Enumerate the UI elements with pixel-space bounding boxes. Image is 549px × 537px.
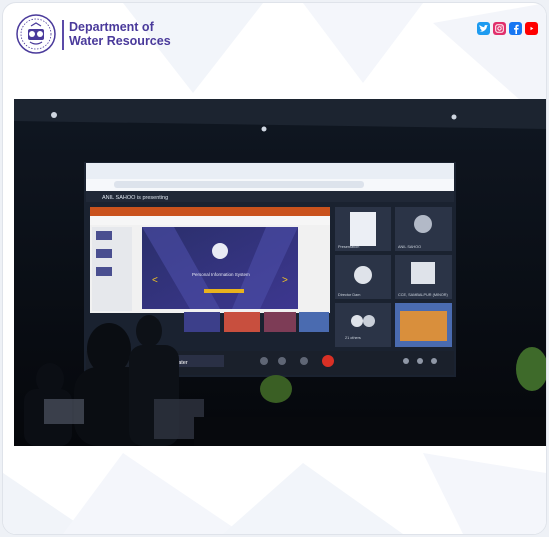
social-links — [477, 22, 538, 35]
svg-text:>: > — [282, 275, 288, 286]
post-card: Department of Water Resources ANIL SAHOO… — [2, 2, 547, 535]
svg-text:<: < — [152, 275, 158, 286]
header-divider — [62, 20, 64, 50]
header: Department of Water Resources — [3, 3, 546, 73]
department-name-line1: Department of — [69, 20, 154, 34]
slide-title: Personal Information System — [192, 272, 250, 277]
tile-others: 21 others — [345, 336, 361, 340]
department-name-line2: Water Resources — [69, 34, 171, 48]
tile-director: Director Dam — [338, 293, 360, 297]
facebook-icon[interactable] — [509, 22, 522, 35]
tile-presenter: ANIL SAHOO — [398, 245, 421, 249]
instagram-icon[interactable] — [493, 22, 506, 35]
odisha-emblem-icon — [16, 14, 56, 54]
tile-cce: CCE, SAMBALPUR (MINOR) — [398, 293, 449, 297]
meeting-status-text: ANIL SAHOO is presenting — [102, 195, 168, 201]
youtube-icon[interactable] — [525, 22, 538, 35]
meeting-photo: ANIL SAHOO is presenting Personal Inform… — [14, 99, 546, 446]
twitter-icon[interactable] — [477, 22, 490, 35]
department-name: Department of Water Resources — [69, 20, 171, 48]
tile-presentation: Presentation — [338, 245, 359, 249]
